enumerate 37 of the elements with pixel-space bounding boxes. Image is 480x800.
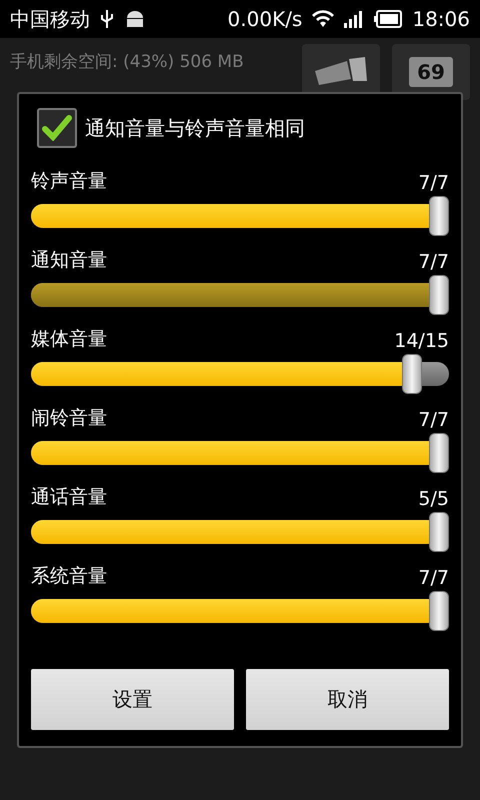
slider-thumb[interactable]: [429, 591, 449, 631]
slider-label: 通知音量: [31, 248, 107, 273]
volume-slider[interactable]: [31, 196, 449, 236]
flashlight-icon: [313, 57, 369, 87]
carrier-name: 中国移动: [10, 6, 90, 32]
slider-thumb[interactable]: [402, 354, 422, 394]
wifi-icon: [312, 10, 334, 28]
volume-slider[interactable]: [31, 512, 449, 552]
volume-slider[interactable]: [31, 433, 449, 473]
volume-slider[interactable]: [31, 591, 449, 631]
volume-slider[interactable]: [31, 354, 449, 394]
battery-level: 69: [409, 57, 453, 87]
clock: 18:06: [412, 7, 470, 31]
slider-label: 通话音量: [31, 485, 107, 510]
usb-icon: [100, 9, 114, 29]
slider-reading: 7/7: [418, 409, 449, 431]
storage-text: 手机剩余空间: (43%) 506 MB: [10, 51, 245, 73]
checkbox-label: 通知音量与铃声音量相同: [85, 114, 305, 142]
slider-reading: 5/5: [418, 488, 449, 510]
slider-reading: 7/7: [418, 172, 449, 194]
slider-thumb[interactable]: [429, 512, 449, 552]
slider-label: 系统音量: [31, 564, 107, 589]
slider-label: 闹铃音量: [31, 406, 107, 431]
dialog-button[interactable]: 取消: [246, 669, 449, 730]
slider-label: 铃声音量: [31, 169, 107, 194]
network-speed: 0.00K/s: [228, 7, 302, 31]
checkbox[interactable]: [37, 108, 77, 148]
slider-thumb[interactable]: [429, 196, 449, 236]
dialog-button[interactable]: 设置: [31, 669, 234, 730]
slider-reading: 7/7: [418, 567, 449, 589]
slider-label: 媒体音量: [31, 327, 107, 352]
signal-icon: [344, 10, 364, 28]
slider-thumb[interactable]: [429, 433, 449, 473]
slider-reading: 14/15: [394, 330, 449, 352]
check-icon: [42, 115, 72, 141]
battery-icon: [374, 10, 402, 28]
slider-reading: 7/7: [418, 251, 449, 273]
